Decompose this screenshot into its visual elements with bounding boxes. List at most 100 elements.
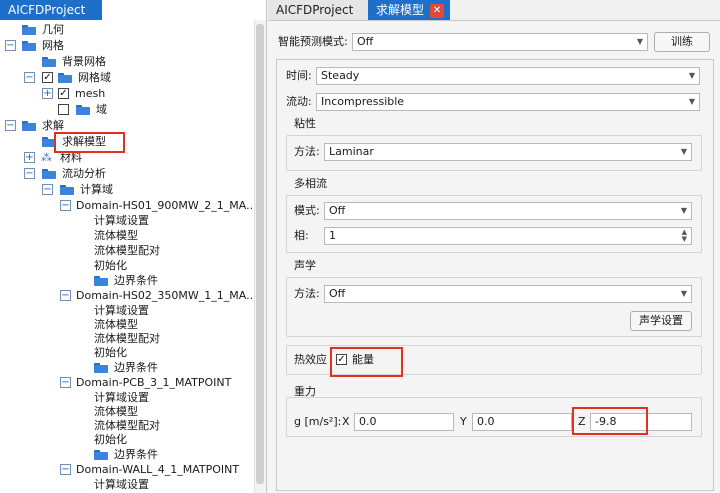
flow-value: Incompressible [321,95,405,108]
viscosity-method-value: Laminar [329,145,374,158]
tree-item-domain-hs01[interactable]: − Domain-HS01_900MW_2_1_MA... [0,198,254,214]
time-value: Steady [321,69,360,82]
phase-stepper[interactable]: 1 ▲ ▼ [324,227,692,245]
tree-item-materials[interactable]: + ⁂ 材料 [0,150,250,166]
tree-scrollbar-thumb[interactable] [256,24,264,484]
tree-item-mesh[interactable]: + ✓ mesh [0,86,250,102]
collapse-icon[interactable]: − [5,40,16,51]
collapse-icon[interactable]: − [24,168,35,179]
tree-item-label: 网格 [42,39,64,52]
tree-item-boundary-conditions[interactable]: 边界条件 [0,273,250,289]
close-icon[interactable]: ✕ [430,3,445,18]
tree-item-solver-model[interactable]: 求解模型 [0,134,250,150]
checkbox-mesh[interactable]: ✓ [58,88,69,99]
tree-item-initialization[interactable]: 初始化 [94,258,127,274]
tree-item-compute-domain[interactable]: − 计算域 [0,182,250,198]
collapse-icon[interactable]: − [42,184,53,195]
chevron-down-icon: ▼ [680,147,687,156]
smart-mode-select[interactable]: Off ▼ [352,33,648,51]
tab-aicfdproject[interactable]: AICFDProject [268,0,368,20]
acoustics-settings-button[interactable]: 声学设置 [630,311,692,331]
thermal-label: 热效应 [294,353,327,366]
collapse-icon[interactable]: − [60,290,71,301]
gravity-title: 重力 [294,385,316,398]
tree-item-fluid-model[interactable]: 流体模型 [94,228,138,244]
acoustics-title: 声学 [294,259,316,272]
gravity-y-input[interactable]: 0.0 [472,413,572,431]
time-select[interactable]: Steady ▼ [316,67,700,85]
tab-aicfdproject-tree[interactable]: AICFDProject [0,0,102,20]
collapse-icon[interactable]: − [60,200,71,211]
collapse-icon[interactable]: − [5,120,16,131]
tree-item-initialization[interactable]: 初始化 [94,432,127,448]
tree-item-geometry[interactable]: 几何 [0,22,250,38]
tree-item-domain-hs02[interactable]: − Domain-HS02_350MW_1_1_MA... [0,288,254,304]
tree-item-boundary-conditions[interactable]: 边界条件 [0,360,250,376]
gravity-unit-label: g [m/s²]: [294,415,342,428]
folder-icon [94,363,108,373]
tree-item-fluid-model-pair[interactable]: 流体模型配对 [94,243,160,259]
checkbox-domain[interactable] [58,104,69,115]
tree-item-solve[interactable]: − 求解 [0,118,250,134]
tree-item-label: mesh [75,87,106,100]
folder-icon [22,25,36,35]
multiphase-model-select[interactable]: Off ▼ [324,202,692,220]
folder-icon [22,41,36,51]
gravity-y-label: Y [460,415,467,428]
tree-item-label: Domain-HS01_900MW_2_1_MA... [76,199,254,212]
tab-label: 求解模型 [376,3,425,17]
highlight-box [572,407,648,435]
flow-label: 流动: [286,95,312,108]
smart-mode-label: 智能预测模式: [278,35,348,48]
solver-model-pane: AICFDProject 求解模型 ✕ 智能预测模式: Off ▼ 训练 时间: … [268,0,720,493]
tree-item-domain-settings[interactable]: 计算域设置 [94,213,149,229]
smart-mode-value: Off [357,35,374,48]
tab-solver-model[interactable]: 求解模型 ✕ [368,0,450,20]
tree-item-label: 网格域 [78,71,111,84]
expand-icon[interactable]: + [42,88,53,99]
tree-item-label: 背景网格 [62,55,106,68]
tree-item-label: Domain-PCB_3_1_MATPOINT [76,376,232,389]
tree-item-domain[interactable]: 域 [0,102,250,118]
tree-item-domain-wall[interactable]: − Domain-WALL_4_1_MATPOINT [0,462,250,478]
tree-item-background-mesh[interactable]: 背景网格 [0,54,250,70]
solver-model-form: 智能预测模式: Off ▼ 训练 时间: Steady ▼ 流动: Incomp… [268,20,720,493]
tree-item-mesh-root[interactable]: − 网格 [0,38,250,54]
folder-icon [42,169,56,179]
tree-item-initialization[interactable]: 初始化 [94,345,127,361]
collapse-icon[interactable]: − [60,464,71,475]
phase-label: 相: [294,229,309,242]
tree-item-label: Domain-HS02_350MW_1_1_MA... [76,289,254,302]
collapse-icon[interactable]: − [24,72,35,83]
tree-item-domain-pcb[interactable]: − Domain-PCB_3_1_MATPOINT [0,375,250,391]
flow-select[interactable]: Incompressible ▼ [316,93,700,111]
tree-item-flow-analysis[interactable]: − 流动分析 [0,166,250,182]
expand-icon[interactable]: + [24,152,35,163]
stepper-arrows-icon[interactable]: ▲ ▼ [682,229,687,243]
viscosity-method-label: 方法: [294,145,320,158]
tree-item-label: Domain-WALL_4_1_MATPOINT [76,463,240,476]
gravity-x-input[interactable]: 0.0 [354,413,454,431]
materials-icon: ⁂ [41,151,52,164]
tree-item-domain-settings[interactable]: 计算域设置 [94,477,149,493]
folder-icon [60,185,74,195]
project-tree-pane: AICFDProject 几何 − 网格 背景网格 − ✓ 网格域 + ✓ me… [0,0,267,493]
viscosity-method-select[interactable]: Laminar ▼ [324,143,692,161]
chevron-down-icon: ▼ [680,206,687,215]
tree-item-boundary-conditions[interactable]: 边界条件 [0,447,250,463]
chevron-down-icon: ▼ [680,289,687,298]
folder-icon [76,105,90,115]
folder-icon [42,57,56,67]
acoustics-method-select[interactable]: Off ▼ [324,285,692,303]
checkbox-mesh-domain[interactable]: ✓ [42,72,53,83]
tree-item-label: 边界条件 [114,448,158,461]
acoustics-method-label: 方法: [294,287,320,300]
viscosity-title: 粘性 [294,117,316,130]
train-button[interactable]: 训练 [654,32,710,52]
time-label: 时间: [286,69,312,82]
phase-value: 1 [329,229,336,242]
collapse-icon[interactable]: − [60,377,71,388]
tree-item-mesh-domain[interactable]: − ✓ 网格域 [0,70,250,86]
chevron-down-icon: ▼ [636,37,643,46]
multiphase-model-value: Off [329,204,346,217]
